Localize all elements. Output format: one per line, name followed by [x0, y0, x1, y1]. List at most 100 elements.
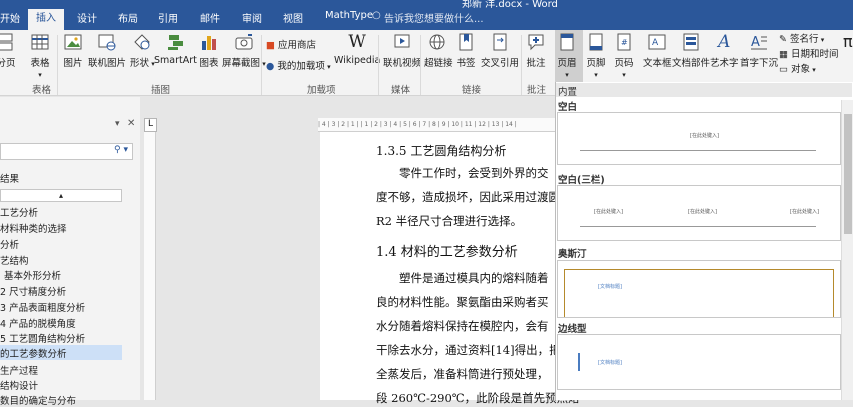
object-button[interactable]: ▭ 对象 ▾	[779, 61, 816, 75]
paragraph-line: 度不够，造成损坏，因此采用过渡圆	[376, 190, 560, 204]
gallery-scrollbar-thumb[interactable]	[844, 114, 852, 234]
nav-item[interactable]: 2 尺寸精度分析	[0, 284, 66, 298]
store-icon: ■	[266, 40, 275, 51]
wikipedia-icon: W	[348, 32, 366, 52]
group-illustrations: 插图	[151, 85, 171, 96]
header-icon	[560, 33, 574, 51]
nav-scroll-indicator[interactable]: ▴	[0, 189, 122, 202]
shapes-icon	[134, 34, 151, 50]
gallery-scrollbar[interactable]	[841, 100, 853, 400]
chart-icon	[202, 36, 216, 50]
signature-icon: ✎	[779, 34, 787, 45]
gallery-item-austin[interactable]: [文档标题]	[557, 260, 841, 318]
gallery-item-blank-three-column[interactable]: [在此处键入] [在此处键入] [在此处键入]	[557, 185, 841, 241]
tab-design[interactable]: 设计	[77, 10, 97, 25]
paragraph-line: 零件工作时，会受到外界的交	[399, 166, 549, 180]
tab-selector[interactable]: L	[144, 118, 157, 132]
tab-mailings[interactable]: 邮件	[200, 10, 220, 25]
wordart-icon: A	[718, 32, 731, 52]
tab-view[interactable]: 视图	[283, 10, 303, 25]
svg-text:#: #	[621, 38, 628, 47]
close-icon[interactable]: ✕	[127, 118, 135, 129]
paragraph-line: 水分随着熔料保持在模腔内，会有	[376, 319, 549, 333]
page-break-button[interactable]: 分页	[0, 32, 16, 69]
wordart-button[interactable]: A 艺术字	[710, 32, 739, 69]
tab-references[interactable]: 引用	[158, 10, 178, 25]
drop-cap-button[interactable]: A 首字下沉	[740, 32, 778, 69]
smartart-button[interactable]: SmartArt	[154, 32, 197, 66]
nav-item[interactable]: 3 产品表面粗度分析	[0, 300, 85, 314]
nav-item[interactable]: 结构设计	[0, 378, 38, 392]
online-video-icon	[394, 34, 410, 48]
tell-me-search[interactable]: 告诉我您想要做什么...	[384, 10, 484, 25]
comment-button[interactable]: 批注	[526, 32, 546, 69]
pictures-button[interactable]: 图片	[63, 32, 83, 69]
tab-home[interactable]: 开始	[0, 10, 20, 25]
nav-item[interactable]: 数目的确定与分布	[0, 393, 76, 407]
tab-layout[interactable]: 布局	[118, 10, 138, 25]
nav-item[interactable]: 4 产品的脱模角度	[0, 316, 76, 330]
paragraph-line: 全蒸发后，准备料筒进行预处理，	[376, 367, 549, 381]
table-button[interactable]: 表格 ▾	[30, 32, 50, 80]
nav-item-selected[interactable]: 的工艺参数分析	[0, 345, 122, 360]
document-title: 郑新 洋.docx - Word	[462, 0, 558, 10]
nav-item[interactable]: 5 工艺圆角结构分析	[0, 331, 85, 345]
tab-mathtype[interactable]: MathType	[325, 10, 373, 21]
tab-review[interactable]: 审阅	[242, 10, 262, 25]
nav-item[interactable]: 生产过程	[0, 363, 38, 377]
group-addins: 加载项	[307, 85, 336, 96]
svg-text:A: A	[652, 38, 659, 48]
paragraph-line: 良的材料性能。聚氨酯由采购者买	[376, 295, 549, 309]
signature-line-button[interactable]: ✎ 签名行 ▾	[779, 31, 824, 45]
nav-item[interactable]: 分析	[0, 237, 19, 251]
picture-icon	[64, 34, 82, 50]
nav-results-label: 结果	[0, 174, 20, 185]
page-number-icon: #	[617, 33, 631, 51]
pane-options-icon[interactable]: ▾	[115, 119, 120, 129]
search-icon[interactable]: ⚲ ▾	[114, 145, 128, 155]
paragraph-line: 段 260℃-290℃，此阶段是首先预热熔	[376, 391, 580, 405]
page-number-button[interactable]: # 页码 ▾	[614, 32, 634, 80]
wikipedia-button[interactable]: W Wikipedia	[334, 32, 380, 66]
gallery-item-label: 边线型	[558, 324, 587, 335]
online-pictures-button[interactable]: 联机图片	[88, 32, 126, 69]
nav-item[interactable]: 工艺分析	[0, 205, 38, 219]
gallery-header-bar	[556, 83, 852, 97]
hyperlink-icon	[429, 34, 445, 50]
nav-item[interactable]: 基本外形分析	[4, 268, 61, 282]
header-button[interactable]: 页眉 ▾	[557, 32, 577, 80]
text-box-button[interactable]: A 文本框	[643, 32, 672, 69]
addins-icon: ●	[266, 61, 275, 72]
cross-reference-button[interactable]: 交叉引用	[481, 32, 519, 69]
gallery-item-label: 奥斯汀	[558, 249, 587, 260]
tab-insert[interactable]: 插入	[28, 9, 64, 30]
equation-icon: π	[843, 32, 853, 51]
equation-button-partial[interactable]: π	[843, 32, 853, 55]
bookmark-icon	[459, 33, 473, 51]
my-addins-button[interactable]: ● 我的加载项 ▾	[266, 58, 331, 72]
quick-parts-button[interactable]: 文档部件	[672, 32, 710, 69]
gallery-item-sideline[interactable]: [文档标题]	[557, 334, 841, 390]
nav-search-input[interactable]: ⚲ ▾	[0, 143, 133, 160]
store-button[interactable]: ■ 应用商店	[266, 37, 316, 51]
date-time-button[interactable]: ▦ 日期和时间	[779, 46, 839, 60]
footer-button[interactable]: 页脚 ▾	[586, 32, 606, 80]
chart-button[interactable]: 图表	[199, 32, 219, 69]
screenshot-icon	[235, 34, 253, 50]
heading-1-4: 1.4 材料的工艺参数分析	[376, 245, 518, 260]
navigation-pane: ▾ ✕ ⚲ ▾ 结果 ▴ 工艺分析 材料种类的选择 分析 艺结构 基本外形分析 …	[0, 97, 140, 407]
paragraph-line: R2 半径尺寸合理进行选择。	[376, 214, 523, 228]
screenshot-button[interactable]: 屏幕截图 ▾	[222, 32, 266, 69]
online-video-button[interactable]: 联机视频	[383, 32, 421, 69]
gallery-item-blank[interactable]: [在此处键入]	[557, 112, 841, 165]
shapes-button[interactable]: 形状 ▾	[130, 32, 155, 69]
group-comments: 批注	[527, 85, 547, 96]
nav-item[interactable]: 艺结构	[0, 253, 29, 267]
heading-1-3-5: 1.3.5 工艺圆角结构分析	[376, 144, 507, 158]
bookmark-button[interactable]: 书签	[456, 32, 476, 69]
cross-reference-icon	[493, 33, 507, 51]
hyperlink-button[interactable]: 超链接	[424, 32, 453, 69]
quick-parts-icon	[683, 33, 699, 51]
nav-item[interactable]: 材料种类的选择	[0, 221, 67, 235]
footer-icon	[589, 33, 603, 51]
